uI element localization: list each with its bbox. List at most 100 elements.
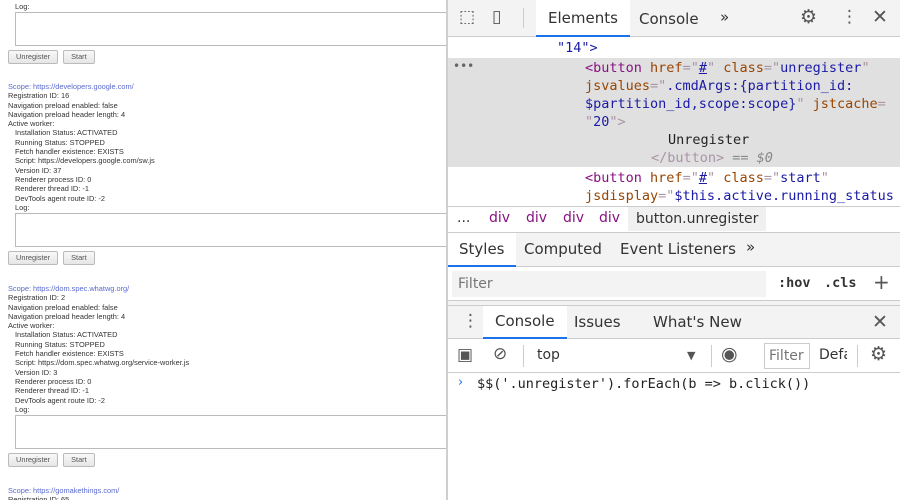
log-textarea[interactable]: [15, 415, 447, 450]
active-worker: Active worker:: [8, 321, 55, 331]
selected-element-node[interactable]: <button href="#" class="unregister" jsva…: [585, 59, 886, 167]
log-label: Log:: [15, 2, 30, 11]
close-drawer-icon[interactable]: ✕: [872, 311, 888, 333]
registration-block-partial: Log: Unregister Start: [8, 2, 447, 65]
eye-icon[interactable]: ◉: [721, 343, 738, 365]
tab-computed[interactable]: Computed: [524, 240, 602, 258]
more-tabs-icon[interactable]: »: [746, 238, 755, 256]
service-workers-page: Log: Unregister Start Scope: https://deve…: [0, 0, 447, 500]
log-levels-dropdown[interactable]: Default levels: [819, 347, 847, 363]
scope-link[interactable]: Scope: https://developers.google.com/: [8, 82, 447, 91]
scope-link[interactable]: Scope: https://dom.spec.whatwg.org/: [8, 284, 447, 293]
console-settings-gear-icon[interactable]: ⚙: [870, 343, 887, 365]
attr-name: jsdisplay: [585, 188, 659, 204]
breadcrumb-item[interactable]: div: [489, 210, 510, 226]
attr-name: href: [650, 60, 683, 76]
fetch-handler: Fetch handler existence: EXISTS: [15, 147, 124, 157]
text-node: Unregister: [668, 132, 750, 148]
devtools-route-id: DevTools agent route ID: -2: [15, 193, 105, 203]
close-icon[interactable]: ✕: [872, 6, 888, 28]
attr-value: .cmdArgs:{partition_id:: [666, 78, 854, 94]
registration-block: Scope: https://gomakethings.com/ Registr…: [8, 486, 447, 500]
plus-icon[interactable]: +: [873, 270, 890, 294]
renderer-thread-id: Renderer thread ID: -1: [15, 386, 89, 396]
elements-tree: ••• "14"> <button href="#" class="unregi…: [448, 37, 900, 207]
preload-enabled: Navigation preload enabled: false: [8, 302, 118, 312]
prompt-chevron-icon: ›: [458, 375, 464, 390]
kebab-menu-icon[interactable]: ⋮: [841, 7, 858, 27]
context-selector[interactable]: top: [537, 347, 560, 363]
drawer-tab-whats-new[interactable]: What's New: [653, 313, 742, 331]
preload-header: Navigation preload header length: 4: [8, 311, 126, 321]
version-id: Version ID: 37: [15, 165, 62, 175]
renderer-thread-id: Renderer thread ID: -1: [15, 184, 89, 194]
styles-tabbar: Styles Computed Event Listeners »: [448, 233, 900, 267]
log-label: Log:: [15, 202, 30, 212]
unregister-button[interactable]: Unregister: [8, 251, 59, 266]
selected-marker: == $0: [732, 150, 773, 166]
install-status: Installation Status: ACTIVATED: [15, 128, 118, 138]
attr-value[interactable]: #: [699, 170, 707, 186]
drawer-tab-issues[interactable]: Issues: [574, 313, 621, 331]
registration-id: Registration ID: 2: [8, 293, 66, 303]
attr-value: "14">: [557, 40, 598, 56]
script-url: Script: https://dom.spec.whatwg.org/serv…: [15, 358, 190, 368]
registration-block: Scope: https://developers.google.com/ Re…: [8, 82, 447, 266]
devtools-panel: ⬚ ▯ Elements Console » ⚙ ⋮ ✕ ••• "14"> <…: [448, 0, 900, 500]
console-filter-input[interactable]: [764, 343, 810, 369]
start-button[interactable]: Start: [63, 50, 95, 65]
attr-value: $partition_id,scope:scope}: [585, 96, 797, 112]
device-toolbar-icon[interactable]: ▯: [492, 7, 501, 27]
clear-console-icon[interactable]: ⊘: [493, 344, 507, 364]
drawer-tabbar: ⋮ Console Issues What's New ✕: [448, 306, 900, 339]
preload-enabled: Navigation preload enabled: false: [8, 100, 118, 110]
registration-id: Registration ID: 16: [8, 91, 70, 101]
registration-block: Scope: https://dom.spec.whatwg.org/ Regi…: [8, 284, 447, 468]
unregister-button[interactable]: Unregister: [8, 50, 59, 65]
renderer-process-id: Renderer process ID: 0: [15, 174, 92, 184]
attr-name: class: [723, 60, 764, 76]
breadcrumb-item-selected[interactable]: button.unregister: [628, 207, 767, 231]
console-input[interactable]: $$('.unregister').forEach(b => b.click()…: [477, 375, 810, 393]
sidebar-toggle-icon[interactable]: ▣: [457, 345, 473, 365]
start-button[interactable]: Start: [63, 453, 95, 468]
log-textarea[interactable]: [15, 12, 447, 47]
drawer-menu-icon[interactable]: ⋮: [462, 311, 479, 331]
fetch-handler: Fetch handler existence: EXISTS: [15, 349, 124, 359]
breadcrumb-item[interactable]: div: [563, 210, 584, 226]
inspect-element-icon[interactable]: ⬚: [459, 7, 475, 27]
tag-name: <button: [585, 170, 642, 186]
attr-value: 20: [593, 114, 610, 130]
element-node[interactable]: <button href="#" class="start" jsdisplay…: [585, 169, 894, 205]
breadcrumb-item[interactable]: div: [599, 210, 620, 226]
attr-value: unregister: [780, 60, 862, 76]
attr-name: class: [723, 170, 764, 186]
start-button[interactable]: Start: [63, 251, 95, 266]
closing-tag: </button>: [651, 150, 725, 166]
attr-value: $this.active.running_status: [674, 188, 894, 204]
tab-elements[interactable]: Elements: [536, 0, 630, 37]
node-ellipsis-icon[interactable]: •••: [453, 59, 474, 73]
breadcrumb-ellipsis[interactable]: ...: [457, 210, 470, 226]
log-textarea[interactable]: [15, 213, 447, 248]
log-label: Log:: [15, 404, 30, 414]
breadcrumb-item[interactable]: div: [526, 210, 547, 226]
tab-console[interactable]: Console: [639, 10, 699, 28]
tab-styles[interactable]: Styles: [448, 233, 516, 267]
gear-icon[interactable]: ⚙: [800, 6, 817, 28]
unregister-button[interactable]: Unregister: [8, 453, 59, 468]
tab-event-listeners[interactable]: Event Listeners: [620, 240, 736, 258]
running-status: Running Status: STOPPED: [15, 339, 105, 349]
script-url: Script: https://developers.google.com/sw…: [15, 156, 155, 166]
console-toolbar: ▣ ⊘ top ▼ ◉ Default levels ⚙: [448, 339, 900, 373]
drawer-tab-console[interactable]: Console: [483, 306, 567, 339]
attr-value[interactable]: #: [699, 60, 707, 76]
styles-filter-input[interactable]: [452, 271, 766, 297]
attr-value: start: [780, 170, 821, 186]
scope-link[interactable]: Scope: https://gomakethings.com/: [8, 486, 447, 495]
chevron-down-icon[interactable]: ▼: [687, 349, 695, 362]
more-tabs-icon[interactable]: »: [720, 8, 729, 26]
cls-toggle[interactable]: .cls: [824, 275, 857, 291]
attr-name: jsvalues: [585, 78, 651, 94]
hov-toggle[interactable]: :hov: [778, 275, 811, 291]
